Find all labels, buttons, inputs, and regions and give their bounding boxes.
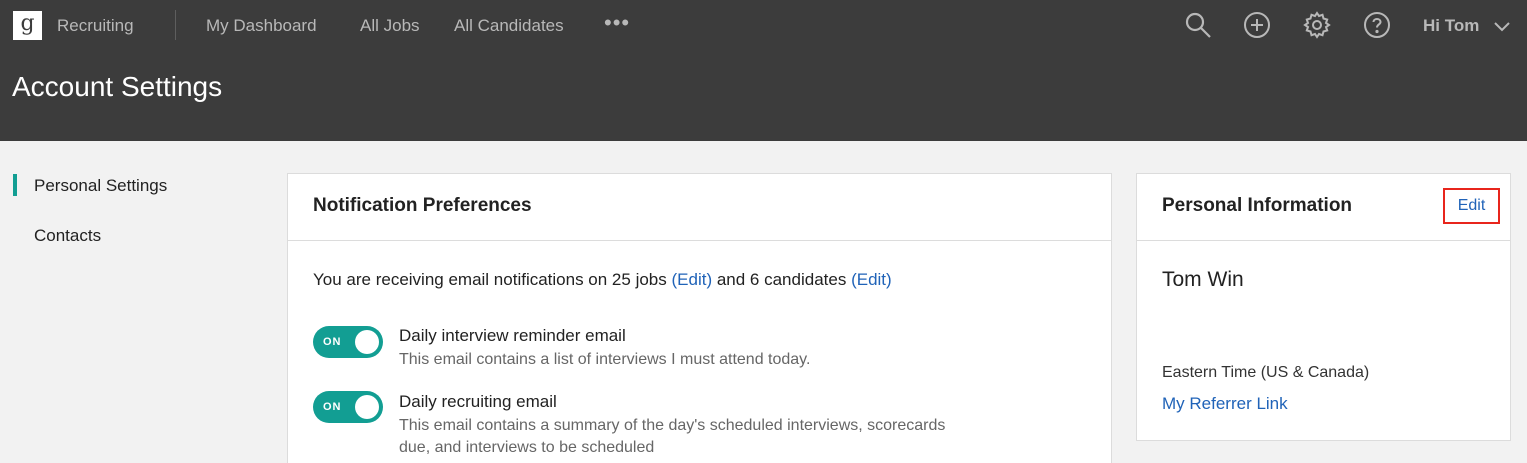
user-menu[interactable]: Hi Tom [1423, 15, 1479, 37]
option-title: Daily interview reminder email [399, 326, 626, 345]
daily-recruiting-toggle[interactable]: ON [313, 391, 383, 423]
nav-all-candidates[interactable]: All Candidates [454, 15, 564, 37]
chevron-down-icon[interactable] [1492, 17, 1512, 37]
edit-personal-info-button[interactable]: Edit [1445, 190, 1498, 222]
sidebar-item-personal-settings[interactable]: Personal Settings [34, 175, 167, 197]
summary-text-middle: and 6 candidates [712, 270, 852, 289]
add-icon[interactable] [1243, 11, 1271, 39]
search-icon[interactable] [1184, 11, 1212, 39]
page-title: Account Settings [12, 71, 223, 102]
notification-preferences-card: Notification Preferences You are receivi… [287, 173, 1112, 463]
toggle-state-label: ON [323, 401, 342, 413]
app-name[interactable]: Recruiting [57, 15, 134, 37]
option-description: This email contains a summary of the day… [399, 417, 946, 456]
summary-text: You are receiving email notifications on… [313, 270, 672, 289]
edit-candidates-link[interactable]: (Edit) [851, 270, 892, 289]
option-description: This email contains a list of interviews… [399, 351, 811, 368]
edit-highlight: Edit [1443, 188, 1500, 224]
card-header: Personal Information Edit [1137, 174, 1510, 241]
sidebar-item-contacts[interactable]: Contacts [34, 225, 101, 247]
card-title: Personal Information [1162, 195, 1353, 216]
personal-information-card: Personal Information Edit Tom Win Easter… [1136, 173, 1511, 441]
nav-all-jobs[interactable]: All Jobs [360, 15, 420, 37]
option-title: Daily recruiting email [399, 392, 557, 411]
toggle-state-label: ON [323, 336, 342, 348]
more-menu-icon[interactable]: ••• [604, 11, 630, 35]
referrer-link[interactable]: My Referrer Link [1162, 393, 1288, 415]
gear-icon[interactable] [1303, 11, 1331, 39]
card-header: Notification Preferences [288, 174, 1111, 241]
interview-reminder-toggle[interactable]: ON [313, 326, 383, 358]
timezone: Eastern Time (US & Canada) [1162, 364, 1370, 381]
logo[interactable]: g [13, 11, 42, 40]
toggle-knob [355, 395, 379, 419]
edit-jobs-link[interactable]: (Edit) [671, 270, 712, 289]
card-title: Notification Preferences [313, 195, 532, 216]
active-indicator [13, 174, 17, 196]
help-icon[interactable] [1363, 11, 1391, 39]
notification-summary: You are receiving email notifications on… [313, 269, 892, 291]
toggle-knob [355, 330, 379, 354]
top-header: g Recruiting My Dashboard All Jobs All C… [0, 0, 1527, 141]
nav-my-dashboard[interactable]: My Dashboard [206, 15, 317, 37]
person-name: Tom Win [1162, 268, 1244, 291]
nav-divider [175, 10, 176, 40]
